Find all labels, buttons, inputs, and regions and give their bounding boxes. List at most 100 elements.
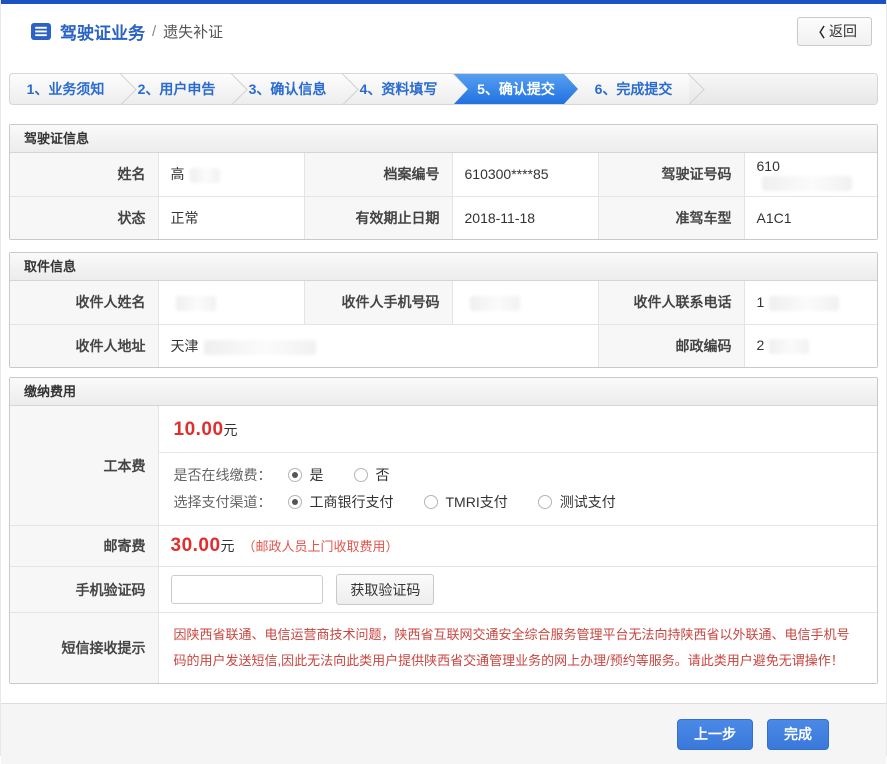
- back-button[interactable]: 〈 返回: [797, 17, 872, 46]
- pickup-info-table: 收件人姓名 收件人手机号码 收件人联系电话 1 收件人地址 天津 邮政编码 2: [10, 281, 877, 367]
- breadcrumb-current: 遗失补证: [163, 21, 223, 42]
- table-row: 收件人地址 天津 邮政编码 2: [10, 324, 877, 367]
- recipient-address-value: 天津: [158, 324, 598, 367]
- pay-channel-option-test[interactable]: 测试支付: [538, 492, 616, 512]
- postal-code-value: 2: [744, 324, 877, 367]
- license-info-title: 驾驶证信息: [10, 125, 877, 153]
- payment-options-block: 是否在线缴费： 是 否 选择支付渠道：: [159, 453, 878, 525]
- redacted-text: [176, 296, 216, 311]
- table-row: 收件人姓名 收件人手机号码 收件人联系电话 1: [10, 281, 877, 324]
- page-title: 驾驶证业务: [60, 19, 145, 44]
- radio-unchecked-icon[interactable]: [538, 495, 552, 509]
- step-5-confirm-submit-active[interactable]: 5、确认提交: [454, 74, 578, 104]
- redacted-text: [769, 296, 839, 311]
- redacted-text: [470, 296, 520, 311]
- pickup-info-panel: 取件信息 收件人姓名 收件人手机号码 收件人联系电话 1 收件人地址 天津 邮政…: [9, 252, 878, 368]
- radio-unchecked-icon[interactable]: [354, 468, 368, 482]
- file-number-value: 610300****85: [452, 153, 598, 196]
- license-info-panel: 驾驶证信息 姓名 高 档案编号 610300****85 驾驶证号码 610 状…: [9, 124, 878, 240]
- recipient-address-label: 收件人地址: [10, 324, 158, 367]
- radio-checked-icon[interactable]: [288, 468, 302, 482]
- pickup-info-title: 取件信息: [10, 253, 877, 281]
- recipient-phone-label: 收件人联系电话: [598, 281, 744, 324]
- radio-checked-icon[interactable]: [288, 495, 302, 509]
- sms-code-label: 手机验证码: [10, 567, 158, 613]
- sms-code-content: 获取验证码: [158, 567, 877, 613]
- back-button-label: 返回: [829, 21, 857, 41]
- production-fee-amount: 10.00: [174, 419, 224, 440]
- pay-channel-tmri-label: TMRI支付: [446, 492, 508, 512]
- pay-channel-icbc-label: 工商银行支付: [310, 492, 394, 512]
- payment-panel: 缴纳费用 工本费 10.00元 是否在线缴费： 是: [9, 377, 878, 684]
- redacted-text: [769, 339, 809, 354]
- file-number-label: 档案编号: [304, 153, 452, 196]
- name-value: 高: [158, 153, 304, 196]
- table-row: 姓名 高 档案编号 610300****85 驾驶证号码 610: [10, 153, 877, 196]
- footer-action-bar: 上一步 完成: [1, 703, 886, 764]
- payment-title: 缴纳费用: [10, 378, 877, 406]
- expiry-date-value: 2018-11-18: [452, 196, 598, 239]
- finish-button[interactable]: 完成: [767, 719, 829, 750]
- step-1-business-notice[interactable]: 1、业务须知: [10, 74, 121, 104]
- recipient-mobile-label: 收件人手机号码: [304, 281, 452, 324]
- back-chevron-icon: 〈: [812, 22, 825, 41]
- mail-fee-unit: 元: [221, 538, 235, 554]
- step-6-finish-submit[interactable]: 6、完成提交: [578, 74, 689, 104]
- radio-unchecked-icon[interactable]: [424, 495, 438, 509]
- get-code-button[interactable]: 获取验证码: [336, 574, 434, 605]
- status-value: 正常: [158, 196, 304, 239]
- recipient-phone-value: 1: [744, 281, 877, 324]
- production-fee-label: 工本费: [10, 406, 158, 526]
- payment-table: 工本费 10.00元 是否在线缴费： 是 否: [10, 406, 877, 683]
- redacted-text: [762, 176, 852, 191]
- breadcrumb-divider: /: [152, 23, 156, 40]
- production-fee-unit: 元: [224, 422, 238, 438]
- mail-fee-content: 30.00元 （邮政人员上门收取费用）: [158, 526, 877, 567]
- table-row: 工本费 10.00元 是否在线缴费： 是 否: [10, 406, 877, 526]
- page-header: 驾驶证业务 / 遗失补证 〈 返回: [1, 4, 886, 58]
- online-pay-line: 是否在线缴费： 是 否: [174, 461, 863, 488]
- redacted-text: [204, 340, 316, 355]
- table-row: 状态 正常 有效期止日期 2018-11-18 准驾车型 A1C1: [10, 196, 877, 239]
- mail-fee-amount: 30.00: [171, 535, 221, 556]
- license-menu-icon: [31, 23, 51, 40]
- pay-channel-option-icbc[interactable]: 工商银行支付: [288, 492, 394, 512]
- step-nav: 1、业务须知 2、用户申告 3、确认信息 4、资料填写 5、确认提交 6、完成提…: [9, 73, 878, 105]
- vehicle-class-value: A1C1: [744, 196, 877, 239]
- step-nav-filler: [689, 74, 877, 104]
- online-pay-yes-label: 是: [310, 465, 324, 485]
- pay-channel-option-tmri[interactable]: TMRI支付: [424, 492, 508, 512]
- table-row: 短信接收提示 因陕西省联通、电信运营商技术问题，陕西省互联网交通安全综合服务管理…: [10, 613, 877, 684]
- status-label: 状态: [10, 196, 158, 239]
- online-pay-no-label: 否: [376, 465, 390, 485]
- mail-fee-label: 邮寄费: [10, 526, 158, 567]
- production-fee-amount-line: 10.00元: [159, 406, 878, 453]
- license-number-value: 610: [744, 153, 877, 196]
- license-info-table: 姓名 高 档案编号 610300****85 驾驶证号码 610 状态 正常 有…: [10, 153, 877, 239]
- online-pay-option-yes[interactable]: 是: [288, 465, 324, 485]
- previous-step-button[interactable]: 上一步: [677, 719, 753, 750]
- step-4-fill-data[interactable]: 4、资料填写: [343, 74, 454, 104]
- pay-channel-test-label: 测试支付: [560, 492, 616, 512]
- sms-notice-content: 因陕西省联通、电信运营商技术问题，陕西省互联网交通安全综合服务管理平台无法向持陕…: [158, 613, 877, 684]
- mail-fee-note: （邮政人员上门收取费用）: [242, 539, 398, 554]
- recipient-name-label: 收件人姓名: [10, 281, 158, 324]
- online-pay-option-no[interactable]: 否: [354, 465, 390, 485]
- sms-notice-label: 短信接收提示: [10, 613, 158, 684]
- step-3-confirm-info[interactable]: 3、确认信息: [232, 74, 343, 104]
- recipient-name-value: [158, 281, 304, 324]
- table-row: 邮寄费 30.00元 （邮政人员上门收取费用）: [10, 526, 877, 567]
- production-fee-content: 10.00元 是否在线缴费： 是 否: [158, 406, 877, 526]
- expiry-date-label: 有效期止日期: [304, 196, 452, 239]
- step-2-user-declaration[interactable]: 2、用户申告: [121, 74, 232, 104]
- sms-code-input[interactable]: [171, 575, 323, 604]
- sms-notice-text: 因陕西省联通、电信运营商技术问题，陕西省互联网交通安全综合服务管理平台无法向持陕…: [174, 622, 863, 674]
- pay-channel-line: 选择支付渠道： 工商银行支付 TMRI支付 测试支付: [174, 488, 863, 515]
- name-label: 姓名: [10, 153, 158, 196]
- online-pay-caption: 是否在线缴费：: [174, 465, 272, 485]
- vehicle-class-label: 准驾车型: [598, 196, 744, 239]
- recipient-mobile-value: [452, 281, 598, 324]
- license-number-label: 驾驶证号码: [598, 153, 744, 196]
- table-row: 手机验证码 获取验证码: [10, 567, 877, 613]
- pay-channel-caption: 选择支付渠道：: [174, 492, 272, 512]
